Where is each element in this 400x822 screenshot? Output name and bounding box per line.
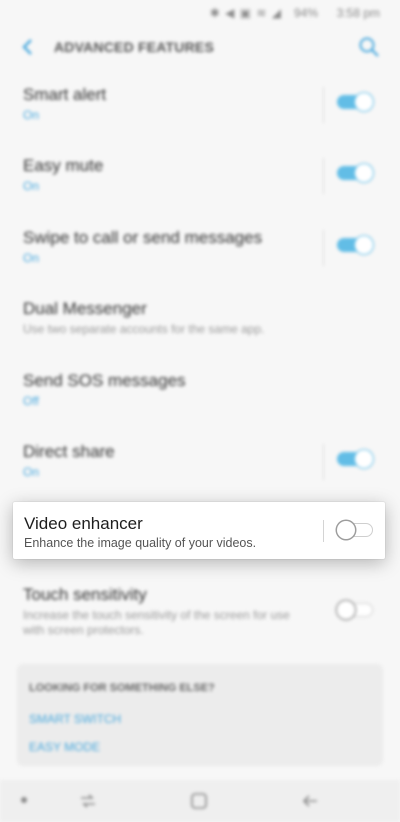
divider bbox=[323, 230, 324, 266]
nav-dot-icon[interactable] bbox=[21, 797, 27, 803]
easy-mode-link[interactable]: EASY MODE bbox=[29, 740, 100, 754]
status-icons: ✱ ◀ ▣ ≋ ◢ bbox=[209, 6, 282, 20]
setting-status: On bbox=[23, 179, 40, 193]
divider bbox=[323, 158, 324, 194]
smart-switch-link[interactable]: SMART SWITCH bbox=[29, 712, 121, 726]
back-arrow-icon[interactable] bbox=[18, 36, 38, 58]
setting-row-dual-messenger[interactable]: Dual Messenger Use two separate accounts… bbox=[0, 299, 400, 349]
setting-description: Increase the touch sensitivity of the sc… bbox=[23, 608, 290, 637]
setting-description: Use two separate accounts for the same a… bbox=[23, 322, 265, 336]
home-icon[interactable] bbox=[189, 791, 209, 811]
navigation-bar bbox=[0, 780, 400, 822]
setting-title: Easy mute bbox=[23, 156, 104, 175]
setting-status: Off bbox=[23, 394, 39, 408]
setting-description: Enhance the image quality of your videos… bbox=[24, 536, 257, 550]
setting-title: Send SOS messages bbox=[23, 371, 186, 390]
recent-apps-icon[interactable] bbox=[78, 791, 98, 811]
setting-status: On bbox=[23, 108, 40, 122]
status-time: 3:58 pm bbox=[336, 6, 380, 20]
page-title: ADVANCED FEATURES bbox=[54, 39, 214, 55]
toggle-switch-off[interactable] bbox=[337, 601, 373, 619]
setting-row-video-enhancer[interactable]: Video enhancer Enhance the image quality… bbox=[13, 502, 385, 559]
app-header: ADVANCED FEATURES bbox=[0, 26, 400, 70]
toggle-switch-off[interactable] bbox=[337, 521, 373, 539]
setting-row-smart-alert[interactable]: Smart alert On bbox=[0, 85, 400, 135]
toggle-switch-on[interactable] bbox=[337, 164, 373, 182]
setting-title: Smart alert bbox=[23, 85, 107, 104]
toggle-switch-on[interactable] bbox=[337, 450, 373, 468]
setting-title: Dual Messenger bbox=[23, 299, 147, 318]
setting-title: Video enhancer bbox=[24, 514, 143, 533]
status-bar: ✱ ◀ ▣ ≋ ◢ 94% 3:58 pm bbox=[0, 0, 400, 26]
battery-percent: 94% bbox=[293, 6, 318, 20]
setting-row-easy-mute[interactable]: Easy mute On bbox=[0, 156, 400, 206]
setting-title: Touch sensitivity bbox=[23, 585, 147, 604]
divider bbox=[323, 520, 324, 542]
setting-row-touch-sensitivity[interactable]: Touch sensitivity Increase the touch sen… bbox=[0, 585, 400, 645]
setting-title: Direct share bbox=[23, 442, 115, 461]
setting-row-direct-share[interactable]: Direct share On bbox=[0, 442, 400, 492]
divider bbox=[323, 444, 324, 480]
setting-status: On bbox=[23, 465, 40, 479]
setting-title: Swipe to call or send messages bbox=[23, 228, 263, 247]
setting-row-swipe-to-call[interactable]: Swipe to call or send messages On bbox=[0, 228, 400, 278]
setting-status: On bbox=[23, 251, 40, 265]
toggle-switch-on[interactable] bbox=[337, 236, 373, 254]
suggestions-card: LOOKING FOR SOMETHING ELSE? SMART SWITCH… bbox=[17, 664, 383, 766]
blurred-background-screen: ✱ ◀ ▣ ≋ ◢ 94% 3:58 pm ADVANCED FEATURES … bbox=[0, 0, 400, 822]
divider bbox=[323, 87, 324, 123]
toggle-switch-on[interactable] bbox=[337, 93, 373, 111]
search-icon[interactable] bbox=[358, 36, 380, 58]
back-icon[interactable] bbox=[300, 791, 320, 811]
setting-row-send-sos[interactable]: Send SOS messages Off bbox=[0, 371, 400, 421]
suggestions-heading: LOOKING FOR SOMETHING ELSE? bbox=[29, 682, 215, 694]
